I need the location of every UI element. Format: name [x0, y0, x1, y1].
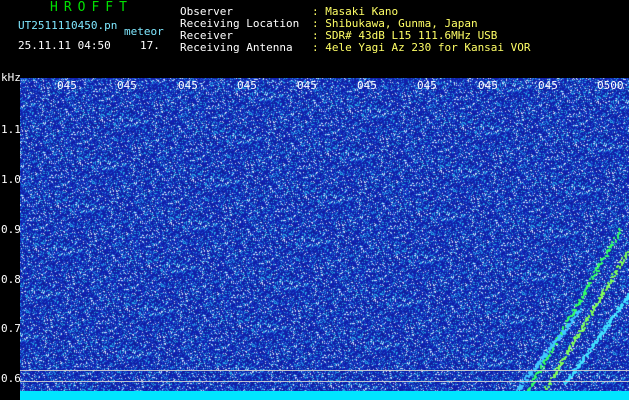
antenna-label: Receiving Antenna: [180, 41, 293, 54]
reference-line-lower: [20, 381, 629, 382]
header-panel: HROFFT UT2511110450.pn meteor 25.11.11 0…: [0, 0, 629, 72]
time-tick: 045: [297, 79, 317, 92]
freq-unit-label: kHz: [1, 71, 21, 84]
time-tick: 045: [237, 79, 257, 92]
antenna-value: : 4ele Yagi Az 230 for Kansai VOR: [312, 41, 531, 54]
time-tick: 045: [538, 79, 558, 92]
freq-tick: 0.6: [1, 372, 21, 385]
freq-tick: 0.8: [1, 273, 21, 286]
meteor-count: 17.: [140, 39, 160, 52]
freq-tick: 0.7: [1, 322, 21, 335]
time-tick: 045: [478, 79, 498, 92]
freq-tick: 1.0: [1, 173, 21, 186]
time-tick: 045: [178, 79, 198, 92]
time-tick: 0500: [597, 79, 624, 92]
time-tick: 045: [117, 79, 137, 92]
time-tick: 045: [357, 79, 377, 92]
app-logo: HROFFT: [50, 0, 133, 15]
baseline-band: [20, 391, 629, 400]
file-name: UT2511110450.pn: [18, 19, 118, 32]
spectrogram: [20, 78, 629, 400]
meteor-label: meteor: [124, 25, 164, 38]
freq-tick: 0.9: [1, 223, 21, 236]
freq-tick: 1.1: [1, 123, 21, 136]
time-tick: 045: [417, 79, 437, 92]
reference-line-upper: [20, 370, 629, 371]
time-tick: 045: [57, 79, 77, 92]
date-time: 25.11.11 04:50: [18, 39, 111, 52]
